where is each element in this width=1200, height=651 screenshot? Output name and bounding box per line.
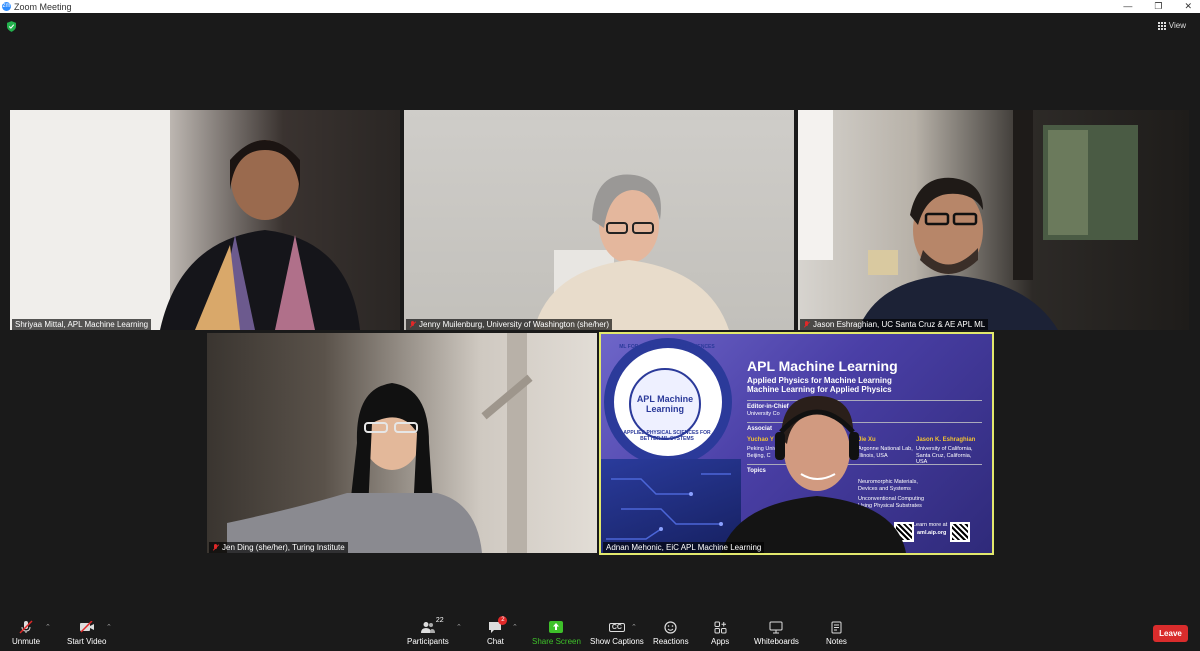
participant-name: Jenny Muilenburg, University of Washingt…	[419, 320, 610, 329]
notes-icon	[831, 621, 842, 633]
show-captions-label: Show Captions	[590, 637, 644, 646]
participants-count: 22	[435, 617, 444, 624]
video-tile-1[interactable]: Shriyaa Mittal, APL Machine Learning	[10, 110, 400, 330]
participant-video	[227, 333, 533, 553]
apps-icon	[714, 621, 727, 633]
audio-options-chevron-icon[interactable]: ⌃	[45, 623, 51, 631]
video-tile-2[interactable]: Jenny Muilenburg, University of Washingt…	[404, 110, 794, 330]
muted-mic-icon	[803, 321, 810, 328]
participant-name: Adnan Mehonic, EiC APL Machine Learning	[606, 543, 762, 552]
whiteboards-button[interactable]: Whiteboards	[754, 620, 799, 646]
participant-video	[798, 110, 1138, 330]
participant-name: Shriyaa Mittal, APL Machine Learning	[15, 320, 149, 329]
shield-icon[interactable]	[7, 21, 16, 32]
notes-button[interactable]: Notes	[826, 620, 847, 646]
participant-name-tag: Shriyaa Mittal, APL Machine Learning	[12, 319, 152, 330]
meeting-stage: View Shriyaa Mittal, APL Machine Learnin…	[0, 13, 1200, 610]
leave-button[interactable]: Leave	[1153, 625, 1188, 642]
captions-options-chevron-icon[interactable]: ⌃	[631, 623, 637, 631]
muted-mic-icon	[19, 620, 33, 634]
muted-mic-icon	[409, 321, 416, 328]
video-tile-3[interactable]: Jason Eshraghian, UC Santa Cruz & AE APL…	[798, 110, 1189, 330]
unmute-label: Unmute	[12, 637, 41, 646]
reactions-label: Reactions	[653, 637, 689, 646]
minimize-icon[interactable]: —	[1123, 0, 1132, 13]
participants-options-chevron-icon[interactable]: ⌃	[456, 623, 462, 631]
restore-icon[interactable]: ❐	[1154, 0, 1162, 13]
start-video-button[interactable]: Start Video	[67, 620, 106, 646]
participant-name-tag: Jason Eshraghian, UC Santa Cruz & AE APL…	[800, 319, 989, 330]
close-icon[interactable]: ✕	[1184, 0, 1192, 13]
chat-options-chevron-icon[interactable]: ⌃	[512, 623, 518, 631]
video-off-icon	[79, 621, 94, 633]
participant-video	[534, 174, 729, 330]
participant-name: Jason Eshraghian, UC Santa Cruz & AE APL…	[813, 320, 986, 329]
zoom-app-icon: zm	[2, 2, 11, 11]
participant-name-tag: Jen Ding (she/her), Turing Institute	[209, 542, 348, 553]
grid-icon	[1157, 21, 1166, 30]
window-titlebar: zm Zoom Meeting — ❐ ✕	[0, 0, 1200, 13]
view-label: View	[1168, 21, 1186, 30]
unmute-button[interactable]: Unmute	[12, 620, 40, 646]
chat-unread-badge: 2	[498, 616, 508, 625]
chat-button[interactable]: 2 Chat	[487, 616, 508, 646]
apps-label: Apps	[711, 637, 730, 646]
share-screen-label: Share Screen	[532, 637, 581, 646]
reactions-button[interactable]: Reactions	[653, 620, 689, 646]
participants-icon	[420, 622, 435, 633]
participant-video	[10, 110, 360, 330]
window-title: Zoom Meeting	[14, 1, 72, 12]
participants-label: Participants	[407, 637, 449, 646]
start-video-label: Start Video	[67, 637, 107, 646]
apps-button[interactable]: Apps	[711, 620, 729, 646]
chat-label: Chat	[487, 637, 504, 646]
meeting-toolbar: Unmute ⌃ Start Video ⌃ 22 Participants ⌃	[0, 610, 1200, 651]
muted-mic-icon	[212, 544, 219, 551]
participant-name: Jen Ding (she/her), Turing Institute	[222, 543, 345, 552]
video-options-chevron-icon[interactable]: ⌃	[106, 623, 112, 631]
video-tile-4[interactable]: Jen Ding (she/her), Turing Institute	[207, 333, 597, 553]
view-button[interactable]: View	[1157, 21, 1186, 30]
whiteboards-label: Whiteboards	[754, 637, 799, 646]
whiteboard-icon	[769, 621, 783, 633]
participant-name-tag: Adnan Mehonic, EiC APL Machine Learning	[603, 542, 765, 553]
participant-video	[721, 396, 906, 553]
notes-label: Notes	[826, 637, 847, 646]
video-tile-5-active-speaker[interactable]: ML FOR APPLIED PHYSICAL SCIENCES APL Mac…	[599, 332, 994, 555]
share-screen-icon	[549, 621, 564, 633]
participants-button[interactable]: 22 Participants	[407, 617, 449, 646]
share-screen-button[interactable]: Share Screen	[532, 620, 581, 646]
captions-icon: CC	[608, 622, 625, 632]
smiley-icon	[664, 620, 677, 634]
participant-name-tag: Jenny Muilenburg, University of Washingt…	[406, 319, 613, 330]
